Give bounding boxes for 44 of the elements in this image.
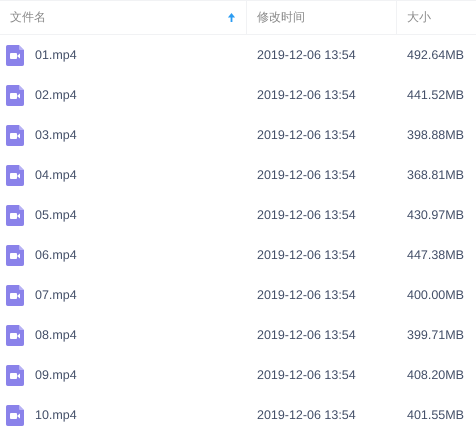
modified-time: 2019-12-06 13:54 <box>257 208 356 222</box>
video-file-icon <box>6 324 24 346</box>
file-size: 408.20MB <box>407 368 464 382</box>
modified-time: 2019-12-06 13:54 <box>257 88 356 102</box>
modified-time: 2019-12-06 13:54 <box>257 168 356 182</box>
file-size: 492.64MB <box>407 48 464 62</box>
video-file-icon <box>6 204 24 226</box>
file-name[interactable]: 03.mp4 <box>35 128 77 142</box>
file-size: 398.88MB <box>407 128 464 142</box>
file-size: 430.97MB <box>407 208 464 222</box>
file-name[interactable]: 01.mp4 <box>35 48 77 62</box>
column-header[interactable]: 文件名 <box>0 1 247 34</box>
video-file-icon <box>6 164 24 186</box>
modified-time: 2019-12-06 13:54 <box>257 408 356 422</box>
file-name[interactable]: 04.mp4 <box>35 168 77 182</box>
modified-time: 2019-12-06 13:54 <box>257 288 356 302</box>
video-file-icon <box>6 84 24 106</box>
file-name[interactable]: 07.mp4 <box>35 288 77 302</box>
modified-time: 2019-12-06 13:54 <box>257 128 356 142</box>
file-size: 441.52MB <box>407 88 464 102</box>
file-size: 401.55MB <box>407 408 464 422</box>
video-file-icon <box>6 44 24 66</box>
file-name[interactable]: 09.mp4 <box>35 368 77 382</box>
file-size: 400.00MB <box>407 288 464 302</box>
modified-time: 2019-12-06 13:54 <box>257 368 356 382</box>
video-file-icon <box>6 124 24 146</box>
sort-arrow-icon[interactable] <box>227 12 236 23</box>
video-file-icon <box>6 404 24 426</box>
video-file-icon <box>6 364 24 386</box>
file-size: 368.81MB <box>407 168 464 182</box>
file-name[interactable]: 08.mp4 <box>35 328 77 342</box>
modified-time: 2019-12-06 13:54 <box>257 328 356 342</box>
file-name[interactable]: 05.mp4 <box>35 208 77 222</box>
column-header[interactable]: 修改时间 <box>247 1 397 34</box>
file-size: 399.71MB <box>407 328 464 342</box>
video-file-icon <box>6 284 24 306</box>
file-name[interactable]: 06.mp4 <box>35 248 77 262</box>
modified-time: 2019-12-06 13:54 <box>257 248 356 262</box>
column-header[interactable]: 大小 <box>397 1 476 34</box>
file-name[interactable]: 10.mp4 <box>35 408 77 422</box>
file-name[interactable]: 02.mp4 <box>35 88 77 102</box>
video-file-icon <box>6 244 24 266</box>
file-size: 447.38MB <box>407 248 464 262</box>
modified-time: 2019-12-06 13:54 <box>257 48 356 62</box>
